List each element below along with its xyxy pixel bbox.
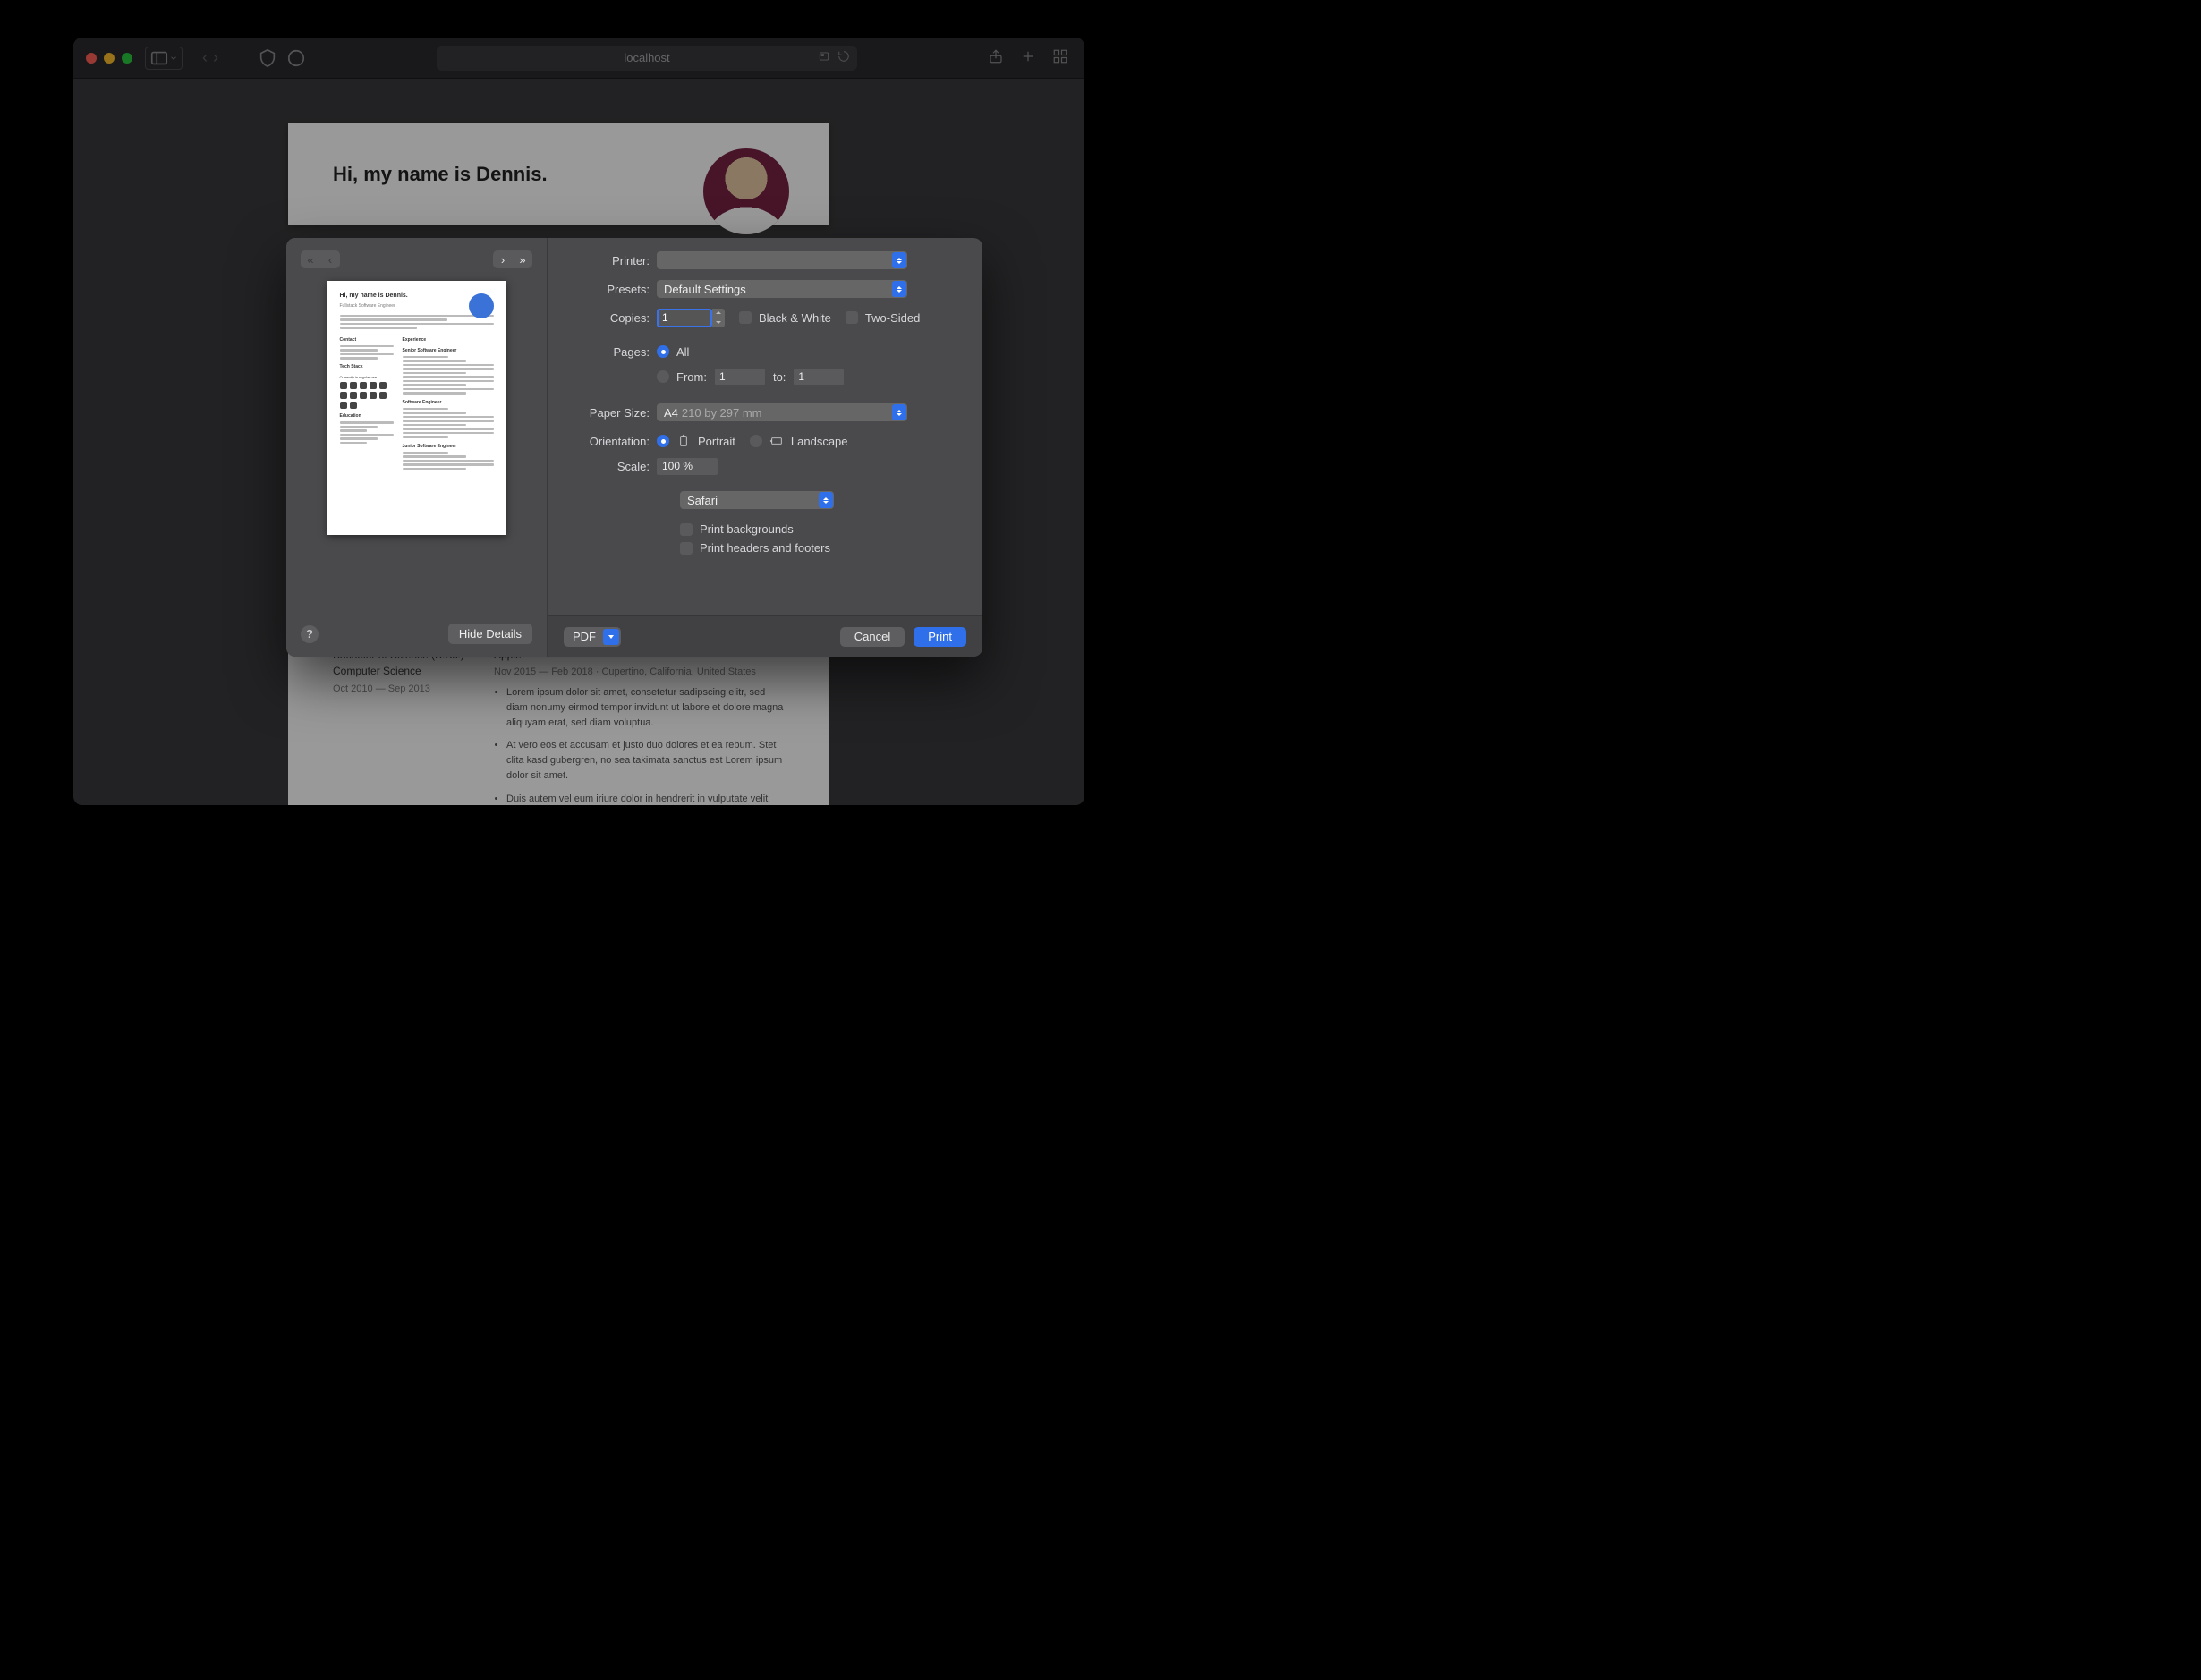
orientation-portrait-label: Portrait (698, 435, 735, 448)
paper-size-popup[interactable]: A4210 by 297 mm (657, 403, 907, 421)
preview-pane: « ‹ › » Hi, my name is Dennis. Fullstack… (286, 238, 548, 657)
black-white-checkbox[interactable] (739, 311, 752, 324)
pdf-menu-button[interactable]: PDF (564, 627, 621, 647)
printer-label: Printer: (571, 254, 657, 267)
portrait-icon (676, 434, 691, 448)
scale-field[interactable]: 100 % (657, 458, 718, 475)
preview-first-page: « (301, 250, 320, 268)
dialog-footer: PDF Cancel Print (548, 615, 982, 657)
two-sided-label: Two-Sided (865, 311, 920, 325)
paper-size-label: Paper Size: (571, 406, 657, 420)
print-backgrounds-checkbox[interactable] (680, 523, 693, 536)
two-sided-checkbox[interactable] (846, 311, 858, 324)
app-options-popup[interactable]: Safari (680, 491, 834, 509)
cancel-button[interactable]: Cancel (840, 627, 905, 647)
copies-field[interactable]: 1 (657, 309, 712, 327)
safari-window: ‹ › localhost Hi, my name is Dennis. (73, 38, 1084, 805)
preview-next-page[interactable]: › (493, 250, 513, 268)
hide-details-button[interactable]: Hide Details (448, 624, 532, 644)
orientation-label: Orientation: (571, 435, 657, 448)
preview-last-page[interactable]: » (513, 250, 532, 268)
black-white-label: Black & White (759, 311, 831, 325)
print-headers-label: Print headers and footers (700, 541, 830, 555)
presets-label: Presets: (571, 283, 657, 296)
landscape-icon (769, 434, 784, 448)
preview-thumbnail[interactable]: Hi, my name is Dennis. Fullstack Softwar… (327, 281, 506, 535)
orientation-landscape-radio[interactable] (750, 435, 762, 447)
orientation-landscape-label: Landscape (791, 435, 848, 448)
pages-to-field[interactable]: 1 (793, 369, 845, 386)
pages-to-label: to: (773, 370, 786, 384)
pages-all-radio[interactable] (657, 345, 669, 358)
printer-popup[interactable] (657, 251, 907, 269)
pages-from-field[interactable]: 1 (714, 369, 766, 386)
print-options: Printer: Presets: Default Settings Copie… (548, 238, 982, 657)
help-button[interactable]: ? (301, 625, 319, 643)
print-button[interactable]: Print (914, 627, 966, 647)
copies-stepper[interactable] (712, 309, 725, 327)
pages-range-radio[interactable] (657, 370, 669, 383)
print-dialog: « ‹ › » Hi, my name is Dennis. Fullstack… (286, 238, 982, 657)
preview-prev-buttons: « ‹ (301, 250, 340, 268)
print-backgrounds-label: Print backgrounds (700, 522, 794, 536)
pages-label: Pages: (571, 345, 657, 359)
pages-from-label: From: (676, 370, 707, 384)
print-headers-checkbox[interactable] (680, 542, 693, 555)
presets-popup[interactable]: Default Settings (657, 280, 907, 298)
pages-all-label: All (676, 345, 689, 359)
scale-label: Scale: (571, 460, 657, 473)
chevron-down-icon (603, 629, 619, 645)
orientation-portrait-radio[interactable] (657, 435, 669, 447)
copies-label: Copies: (571, 311, 657, 325)
preview-prev-page: ‹ (320, 250, 340, 268)
